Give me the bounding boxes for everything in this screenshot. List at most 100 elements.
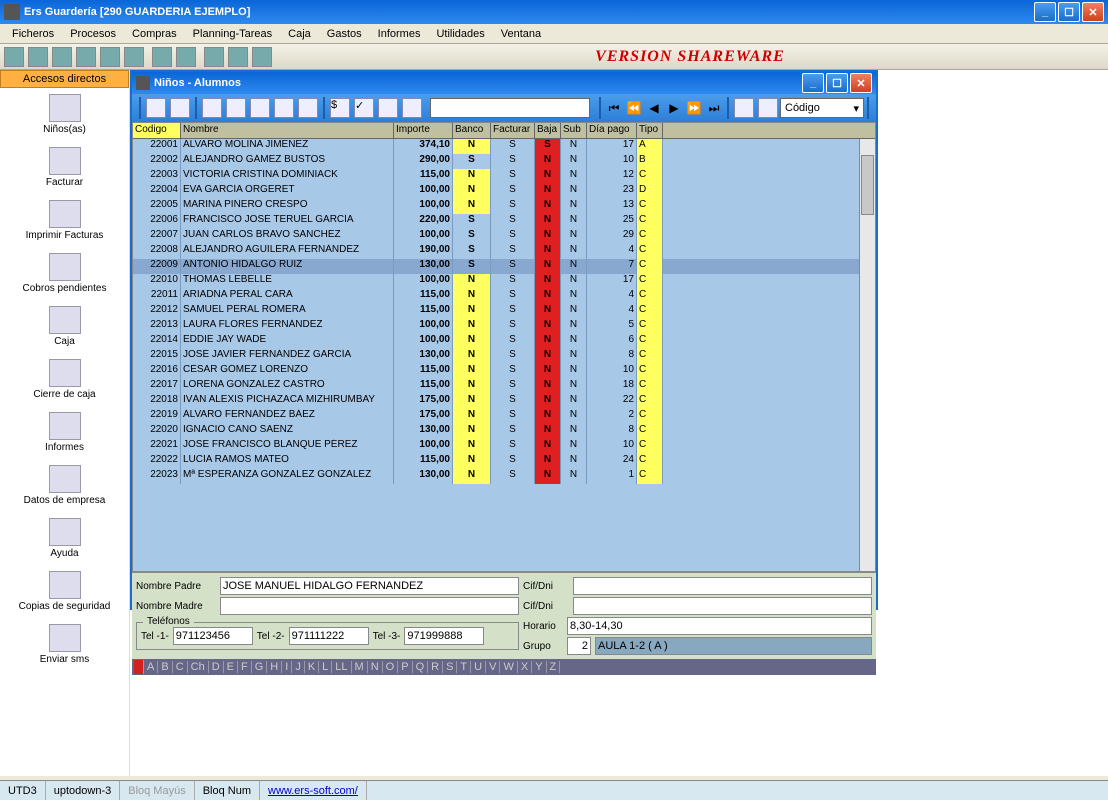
cif1-input[interactable] [573,577,872,595]
close-button[interactable]: ✕ [1082,2,1104,22]
alpha-D[interactable]: D [209,661,224,673]
table-row[interactable]: 22006FRANCISCO JOSÉ TERUEL GARCÍA220,00S… [133,214,875,229]
table-row[interactable]: 22005MARINA PIÑERO CRESPO100,00NSNN13C [133,199,875,214]
alpha-all[interactable] [134,660,144,674]
alpha-P[interactable]: P [398,661,412,673]
padre-input[interactable] [220,577,519,595]
madre-input[interactable] [220,597,519,615]
alpha-Z[interactable]: Z [547,661,561,673]
alpha-J[interactable]: J [292,661,305,673]
child-close-button[interactable]: ✕ [850,73,872,93]
menu-caja[interactable]: Caja [280,26,319,42]
menu-ventana[interactable]: Ventana [493,26,549,42]
alpha-U[interactable]: U [471,661,486,673]
sidebar-item-2[interactable]: Imprimir Facturas [0,194,129,247]
tb-icon-5[interactable] [100,47,120,67]
erase-icon[interactable] [734,98,754,118]
alpha-S[interactable]: S [443,661,457,673]
tb-icon-9[interactable] [204,47,224,67]
menu-gastos[interactable]: Gastos [319,26,370,42]
menu-utilidades[interactable]: Utilidades [428,26,492,42]
alpha-V[interactable]: V [486,661,500,673]
export-icon[interactable] [250,98,270,118]
table-row[interactable]: 22004EVA GARCÍA ORGERET100,00NSNN23D [133,184,875,199]
col-banco[interactable]: Banco [453,123,491,138]
search-input[interactable] [430,98,590,118]
tb-icon-6[interactable] [124,47,144,67]
tb-icon-1[interactable] [4,47,24,67]
color-icon[interactable] [758,98,778,118]
table-row[interactable]: 22014EDDIE JAY WADE100,00NSNN6C [133,334,875,349]
table-row[interactable]: 22022LUCÍA RAMOS MATEO115,00NSNN24C [133,454,875,469]
table-row[interactable]: 22002ALEJANDRO GÁMEZ BUSTOS290,00SSNN10B [133,154,875,169]
alpha-Q[interactable]: Q [413,661,429,673]
check-icon[interactable]: ✓ [354,98,374,118]
table-row[interactable]: 22016CÉSAR GÓMEZ LORENZO115,00NSNN10C [133,364,875,379]
table-row[interactable]: 22012SAMUEL PERAL ROMERA115,00NSNN4C [133,304,875,319]
tool-icon[interactable] [274,98,294,118]
money-icon[interactable]: $ [330,98,350,118]
tel3-input[interactable] [404,627,484,645]
menu-informes[interactable]: Informes [370,26,429,42]
col-sub[interactable]: Sub [561,123,587,138]
alpha-G[interactable]: G [252,661,268,673]
print-icon[interactable] [226,98,246,118]
sidebar-item-4[interactable]: Caja [0,300,129,353]
menu-procesos[interactable]: Procesos [62,26,124,42]
col-importe[interactable]: Importe [394,123,453,138]
tb-icon-8[interactable] [176,47,196,67]
alpha-K[interactable]: K [305,661,319,673]
sidebar-item-7[interactable]: Datos de empresa [0,459,129,512]
refresh-icon[interactable] [298,98,318,118]
alpha-M[interactable]: M [352,661,368,673]
alpha-Y[interactable]: Y [532,661,546,673]
tb-icon-2[interactable] [28,47,48,67]
col-tipo[interactable]: Tipo [637,123,663,138]
alpha-LL[interactable]: LL [332,661,351,673]
minimize-button[interactable]: _ [1034,2,1056,22]
table-row[interactable]: 22003VICTORIA CRISTINA DOMINIACK115,00NS… [133,169,875,184]
tb-icon-11[interactable] [252,47,272,67]
nav-prev[interactable]: ◀ [645,99,663,117]
alpha-C[interactable]: C [173,661,188,673]
grupo-num-input[interactable] [567,637,591,655]
table-row[interactable]: 22013LAURA FLORES FERNÁNDEZ100,00NSNN5C [133,319,875,334]
menu-ficheros[interactable]: Ficheros [4,26,62,42]
alpha-N[interactable]: N [368,661,383,673]
alpha-Ch[interactable]: Ch [188,661,209,673]
sidebar-item-5[interactable]: Cierre de caja [0,353,129,406]
alpha-W[interactable]: W [500,661,517,673]
copy-icon[interactable] [202,98,222,118]
alpha-F[interactable]: F [238,661,252,673]
alpha-H[interactable]: H [267,661,282,673]
col-baja[interactable]: Baja [535,123,561,138]
cif2-input[interactable] [573,597,872,615]
table-row[interactable]: 22021JOSE FRANCISCO BLANQUE PÉREZ100,00N… [133,439,875,454]
new-icon[interactable] [146,98,166,118]
grupo-text-input[interactable] [595,637,872,655]
table-row[interactable]: 22019ÁLVARO FERNÁNDEZ BÁEZ175,00NSNN2C [133,409,875,424]
tel2-input[interactable] [289,627,369,645]
child-maximize-button[interactable]: ☐ [826,73,848,93]
sidebar-item-1[interactable]: Facturar [0,141,129,194]
alpha-A[interactable]: A [144,661,158,673]
sidebar-item-9[interactable]: Copias de seguridad [0,565,129,618]
table-row[interactable]: 22018IVÁN ALEXIS PICHAZACA MIZHIRUMBAY17… [133,394,875,409]
alpha-T[interactable]: T [457,661,471,673]
col-día pago[interactable]: Día pago [587,123,637,138]
alpha-E[interactable]: E [224,661,238,673]
tb-icon-4[interactable] [76,47,96,67]
table-row[interactable]: 22020IGNACIO CANO SAENZ130,00NSNN8C [133,424,875,439]
col-facturar[interactable]: Facturar [491,123,535,138]
sidebar-item-10[interactable]: Enviar sms [0,618,129,671]
nav-prev-page[interactable]: ⏪ [625,99,643,117]
sort-combo[interactable]: Código▾ [780,98,864,118]
tb-icon-3[interactable] [52,47,72,67]
sidebar-item-8[interactable]: Ayuda [0,512,129,565]
child-minimize-button[interactable]: _ [802,73,824,93]
tel1-input[interactable] [173,627,253,645]
table-row[interactable]: 22001ÁLVARO MOLINA JIMENEZ374,10NSSN17A [133,139,875,154]
nav-first[interactable]: ⏮ [605,99,623,117]
scrollbar-vertical[interactable] [859,139,875,572]
tb-icon-7[interactable] [152,47,172,67]
